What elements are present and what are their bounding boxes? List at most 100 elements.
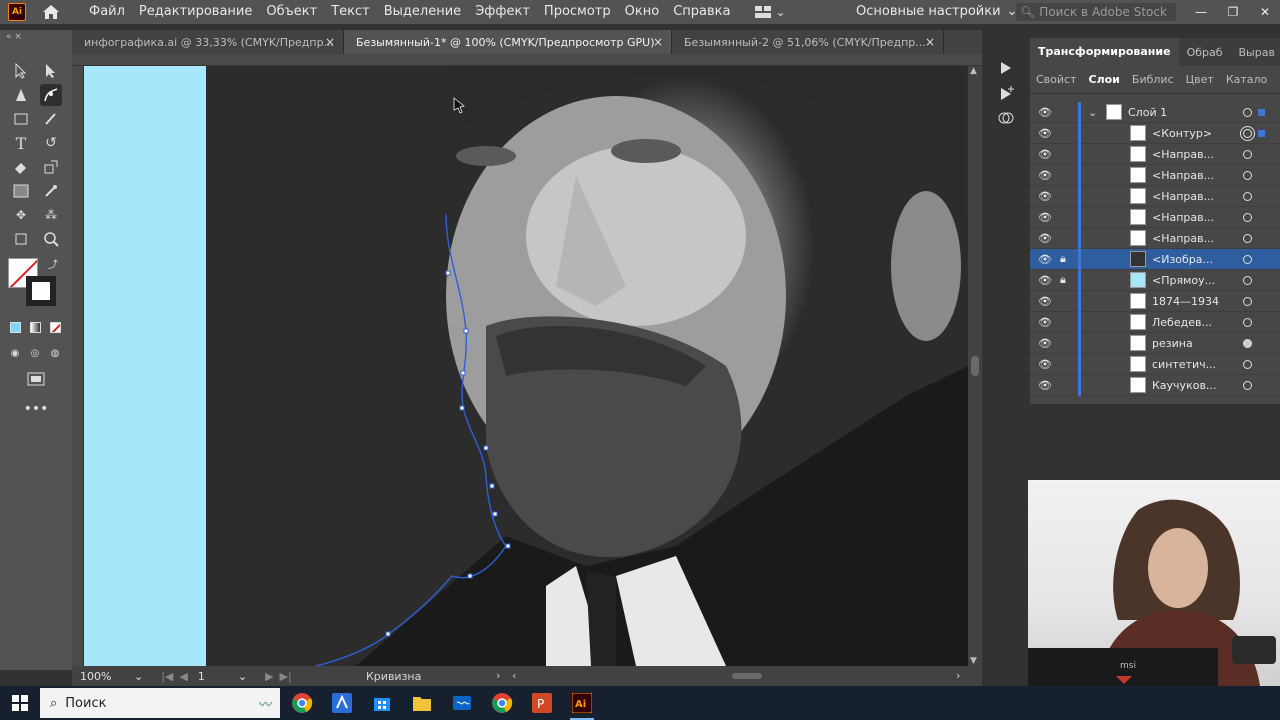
layer-row-guide[interactable]: 👁︎ <Направ... (1030, 207, 1280, 228)
target-icon[interactable] (1243, 212, 1252, 222)
layer-row-text[interactable]: 👁︎ Лебедев... (1030, 312, 1280, 333)
scroll-down-icon[interactable]: ▼ (970, 656, 977, 666)
layer-name[interactable]: Каучуков... (1152, 379, 1216, 392)
menu-window[interactable]: Окно (618, 0, 667, 24)
draw-behind-icon[interactable]: ◎ (24, 342, 46, 364)
autocad-app-icon[interactable] (322, 686, 362, 720)
scale-tool-icon[interactable] (40, 156, 62, 178)
target-icon[interactable] (1243, 275, 1252, 285)
layer-row-text[interactable]: 👁︎ Каучуков... (1030, 375, 1280, 396)
layer-name[interactable]: <Направ... (1152, 169, 1214, 182)
illustrator-app-icon[interactable]: Ai (562, 686, 602, 720)
lock-icon[interactable]: 🔒︎ (1060, 273, 1066, 287)
status-menu-icon[interactable]: › (496, 669, 500, 682)
layer-name[interactable]: синтетич... (1152, 358, 1216, 371)
target-icon[interactable] (1243, 149, 1252, 159)
taskbar-search[interactable]: ⌕ Поиск 〰 (40, 688, 280, 718)
tab-transform[interactable]: Трансформирование (1030, 38, 1179, 66)
layer-row-guide[interactable]: 👁︎ <Направ... (1030, 228, 1280, 249)
selection-tool-icon[interactable] (10, 60, 32, 82)
eye-icon[interactable]: 👁︎ (1038, 190, 1052, 203)
layer-name[interactable]: резина (1152, 337, 1193, 350)
none-mode-icon[interactable] (44, 316, 66, 338)
layer-row-rectangle[interactable]: 👁︎ 🔒︎ <Прямоу... (1030, 270, 1280, 291)
menu-edit[interactable]: Редактирование (132, 0, 259, 24)
store-app-icon[interactable] (362, 686, 402, 720)
layer-row-text[interactable]: 👁︎ синтетич... (1030, 354, 1280, 375)
layer-name[interactable]: <Изобра... (1152, 253, 1213, 266)
layer-row-text[interactable]: 👁︎ резина (1030, 333, 1280, 354)
layer-name[interactable]: 1874—1934 (1152, 295, 1219, 308)
eye-icon[interactable]: 👁︎ (1038, 316, 1052, 329)
curvature-tool-icon[interactable] (40, 84, 62, 106)
draw-inside-icon[interactable]: ◍ (44, 342, 66, 364)
transform-panel-icon[interactable] (998, 86, 1014, 105)
close-tab-icon[interactable]: × (925, 35, 935, 49)
hscroll-right-icon[interactable]: › (956, 669, 960, 682)
layer-name[interactable]: Слой 1 (1128, 106, 1167, 119)
tab-infographic[interactable]: инфографика.ai @ 33,33% (CMYK/Предпр... … (72, 30, 344, 54)
color-mode-icon[interactable] (4, 316, 26, 338)
menu-view[interactable]: Просмотр (537, 0, 618, 24)
maximize-button[interactable]: ❐ (1218, 0, 1248, 24)
layer-row-guide[interactable]: 👁︎ <Направ... (1030, 186, 1280, 207)
layer-row-guide[interactable]: 👁︎ <Направ... (1030, 165, 1280, 186)
pen-tool-icon[interactable] (10, 84, 32, 106)
chrome-profile-app-icon[interactable] (482, 686, 522, 720)
eye-icon[interactable]: 👁︎ (1038, 232, 1052, 245)
eye-icon[interactable]: 👁︎ (1038, 148, 1052, 161)
rotate-tool-icon[interactable]: ↺ (40, 132, 62, 154)
eye-icon[interactable]: 👁︎ (1038, 274, 1052, 287)
eye-icon[interactable]: 👁︎ (1038, 106, 1052, 119)
chevron-down-icon[interactable]: ⌄ (134, 670, 143, 683)
lock-icon[interactable]: 🔒︎ (1060, 252, 1066, 266)
brush-tool-icon[interactable] (40, 108, 62, 130)
hscroll-thumb[interactable] (732, 673, 762, 679)
target-icon[interactable] (1243, 233, 1252, 243)
eye-icon[interactable]: 👁︎ (1038, 337, 1052, 350)
eye-icon[interactable]: 👁︎ (1038, 295, 1052, 308)
next-artboard-icon[interactable]: ▶ (265, 670, 273, 683)
collapse-toolbar-icon[interactable]: « × (6, 32, 22, 42)
properties-panel-icon[interactable] (998, 60, 1014, 79)
layer-row-image[interactable]: 👁︎ 🔒︎ <Изобра... (1030, 249, 1280, 270)
tab-catalog[interactable]: Катало (1220, 73, 1273, 86)
target-icon[interactable] (1243, 317, 1252, 327)
target-icon[interactable] (1243, 338, 1252, 348)
menu-file[interactable]: Файл (82, 0, 132, 24)
target-icon[interactable] (1243, 191, 1252, 201)
menu-object[interactable]: Объект (259, 0, 324, 24)
stroke-color-icon[interactable] (26, 276, 56, 306)
symbol-sprayer-tool-icon[interactable]: ⁂ (40, 204, 62, 226)
tab-pathfinder[interactable]: Обраб (1179, 46, 1231, 59)
eyedropper-tool-icon[interactable] (40, 180, 62, 202)
tab-layers[interactable]: Слои (1083, 73, 1126, 86)
layer-row-layer1[interactable]: 👁︎ ⌄ Слой 1 (1030, 102, 1280, 123)
tab-properties[interactable]: Свойст (1030, 73, 1083, 86)
chevron-down-icon[interactable]: ⌄ (1088, 106, 1097, 119)
chrome-app-icon[interactable] (282, 686, 322, 720)
workspace-switcher[interactable]: Основные настройки ⌄ (856, 0, 1017, 24)
horizontal-scrollbar[interactable] (532, 673, 952, 679)
eye-icon[interactable]: 👁︎ (1038, 358, 1052, 371)
layer-name[interactable]: Лебедев... (1152, 316, 1212, 329)
artboard-canvas[interactable] (84, 66, 968, 666)
menu-help[interactable]: Справка (666, 0, 737, 24)
scroll-up-icon[interactable]: ▲ (970, 66, 977, 76)
target-icon[interactable] (1243, 380, 1252, 390)
puppet-warp-tool-icon[interactable]: ✥ (10, 204, 32, 226)
layer-name[interactable]: <Контур> (1152, 127, 1212, 140)
photos-app-icon[interactable] (442, 686, 482, 720)
zoom-tool-icon[interactable] (40, 228, 62, 250)
layer-name[interactable]: <Направ... (1152, 232, 1214, 245)
eye-icon[interactable]: 👁︎ (1038, 169, 1052, 182)
target-icon[interactable] (1243, 170, 1252, 180)
layer-row-path[interactable]: 👁︎ <Контур> (1030, 123, 1280, 144)
type-tool-icon[interactable]: T (10, 132, 32, 154)
artboard-number[interactable]: 1 (198, 670, 238, 683)
layer-row-text[interactable]: 👁︎ 1874—1934 (1030, 291, 1280, 312)
tab-color[interactable]: Цвет (1180, 73, 1220, 86)
artboard-tool-icon[interactable] (10, 228, 32, 250)
gradient-tool-icon[interactable] (10, 180, 32, 202)
prev-artboard-icon[interactable]: ◀ (179, 670, 187, 683)
